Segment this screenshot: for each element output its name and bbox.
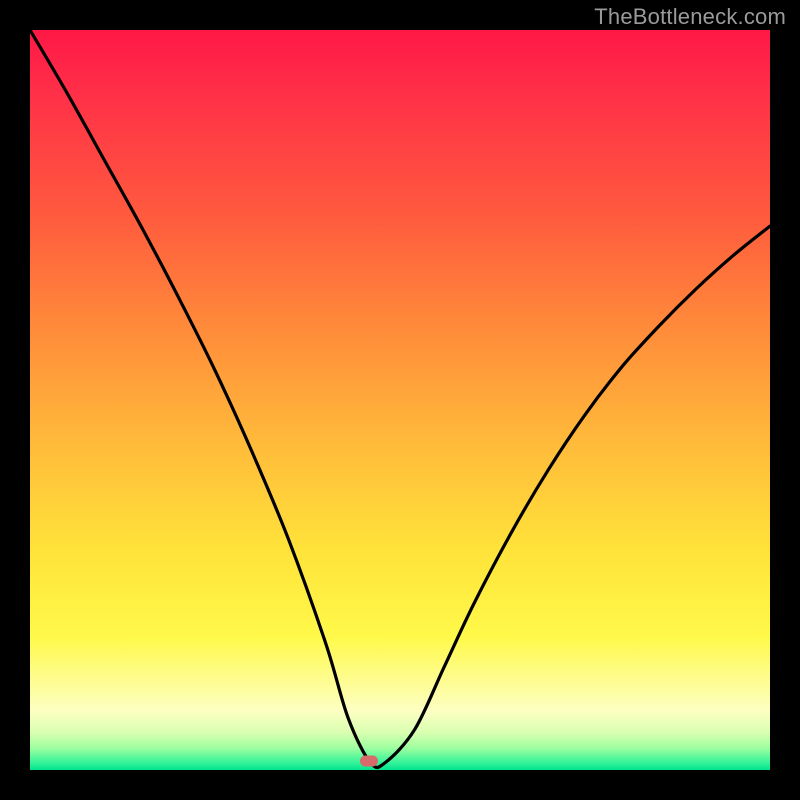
optimal-point-marker [360,756,378,767]
bottleneck-curve [30,30,770,767]
curve-svg [30,30,770,770]
watermark-label: TheBottleneck.com [594,4,786,30]
plot-area [30,30,770,770]
chart-frame: TheBottleneck.com [0,0,800,800]
